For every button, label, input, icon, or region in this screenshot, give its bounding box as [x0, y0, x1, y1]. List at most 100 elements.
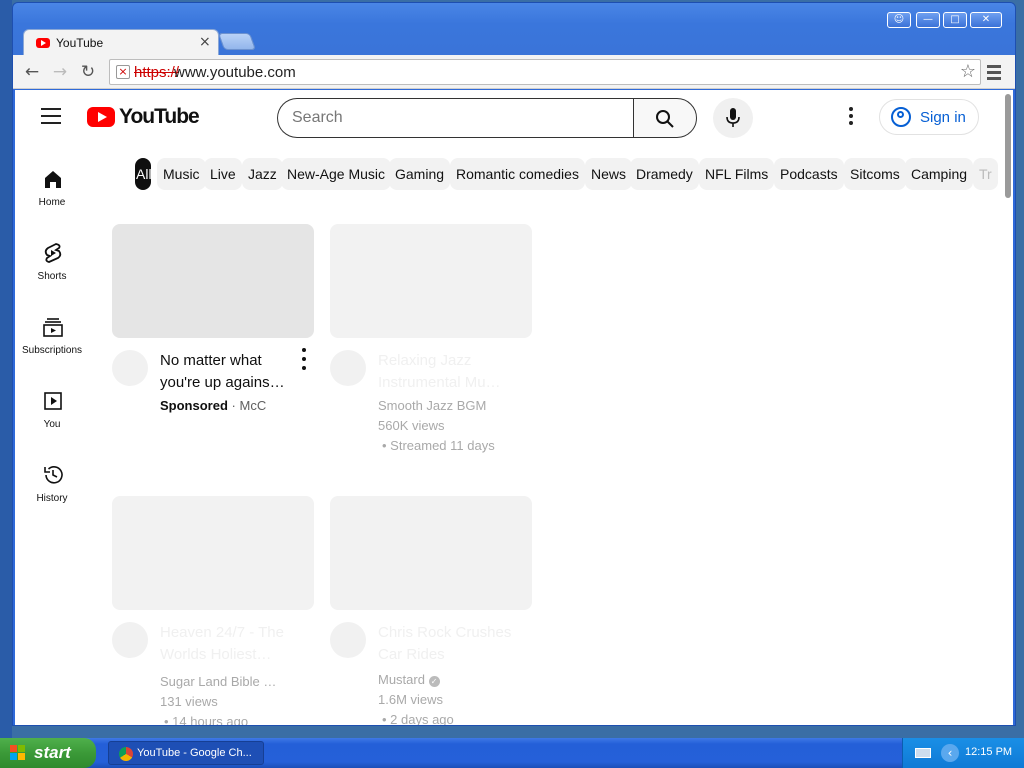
system-tray: ‹ 12:15 PM [902, 738, 1024, 768]
address-bar[interactable]: × https:// www.youtube.com ☆ [109, 59, 981, 85]
channel-avatar[interactable] [112, 622, 148, 658]
close-tab-icon[interactable]: × [199, 34, 211, 50]
search-input[interactable] [292, 107, 612, 129]
clock[interactable]: 12:15 PM [965, 746, 1012, 758]
chip-new-age-music[interactable]: New-Age Music [281, 158, 392, 190]
taskbar: start YouTube - Google Ch... ‹ 12:15 PM [0, 738, 1024, 768]
search-icon [656, 110, 674, 128]
hamburger-menu-icon[interactable] [41, 108, 61, 124]
sidebar-item-shorts[interactable]: Shorts [15, 242, 89, 302]
settings-more-icon[interactable] [841, 105, 861, 129]
chip-camping[interactable]: Camping [905, 158, 974, 190]
video-thumbnail[interactable] [330, 224, 532, 338]
channel-avatar[interactable] [330, 622, 366, 658]
sidebar-item-label: Home [38, 197, 66, 208]
upload-age: • 2 days ago [382, 712, 454, 725]
video-thumbnail[interactable] [112, 224, 314, 338]
verified-badge-icon: ✓ [428, 676, 440, 687]
chip-podcasts[interactable]: Podcasts [774, 158, 844, 190]
chip-sitcoms[interactable]: Sitcoms [844, 158, 906, 190]
search-button[interactable] [633, 98, 697, 138]
chip-trending[interactable]: Tr [973, 158, 998, 190]
view-count: 1.6M views [378, 692, 444, 707]
youtube-wordmark: YouTube [119, 105, 200, 128]
channel-name[interactable]: McC [239, 398, 266, 413]
profile-button[interactable]: ☺ [887, 12, 911, 28]
channel-avatar[interactable] [112, 350, 148, 386]
browser-toolbar: ← → ↻ × https:// www.youtube.com ☆ [13, 55, 1015, 89]
sidebar-item-label: Subscriptions [21, 345, 83, 356]
insecure-lock-icon[interactable]: × [116, 65, 130, 79]
show-hidden-icons-icon[interactable]: ‹ [941, 744, 959, 762]
new-tab-button[interactable] [217, 33, 257, 50]
sidebar-item-you[interactable]: You [15, 390, 89, 450]
video-title[interactable]: Chris Rock Crushes Car Rides [378, 622, 514, 666]
video-card[interactable]: No matter what you're up agains… Sponsor… [112, 224, 314, 424]
browser-tab-youtube[interactable]: YouTube × [23, 29, 219, 55]
video-card[interactable]: Heaven 24/7 - The Worlds Holiest… Sugar … [112, 496, 314, 725]
video-thumbnail[interactable] [330, 496, 532, 610]
desktop-background [0, 0, 12, 738]
sidebar-item-subscriptions[interactable]: Subscriptions [15, 316, 89, 376]
video-card[interactable]: Chris Rock Crushes Car Rides Mustard ✓ 1… [330, 496, 532, 725]
sign-in-label: Sign in [920, 109, 966, 126]
voice-search-button[interactable] [713, 98, 753, 138]
chip-live[interactable]: Live [204, 158, 242, 190]
browser-menu-button[interactable] [985, 62, 1003, 82]
view-count: 131 views [160, 694, 218, 709]
home-icon [45, 171, 61, 188]
sign-in-button[interactable]: Sign in [879, 99, 979, 135]
back-button[interactable]: ← [21, 61, 43, 83]
chip-nfl-films[interactable]: NFL Films [699, 158, 775, 190]
upload-age: • 14 hours ago [164, 714, 249, 725]
close-window-button[interactable]: ✕ [970, 12, 1002, 28]
window-titlebar[interactable]: ☺ — □ ✕ YouTube × [13, 3, 1015, 55]
channel-name[interactable]: Mustard [378, 672, 425, 687]
shorts-icon [44, 243, 62, 263]
search-box [277, 98, 635, 138]
minimize-button[interactable]: — [916, 12, 940, 28]
video-options-icon[interactable] [300, 348, 308, 374]
sidebar-item-label: You [43, 419, 61, 430]
sidebar-item-home[interactable]: Home [15, 168, 89, 228]
history-icon [44, 466, 63, 484]
chip-dramedy[interactable]: Dramedy [630, 158, 699, 190]
video-card[interactable]: Relaxing Jazz Instrumental Mu… Smooth Ja… [330, 224, 532, 464]
keyboard-icon[interactable] [915, 748, 931, 758]
chip-romantic-comedies[interactable]: Romantic comedies [450, 158, 585, 190]
account-circle-icon [891, 107, 911, 127]
video-title[interactable]: Relaxing Jazz Instrumental Mu… [378, 350, 514, 394]
channel-avatar[interactable] [330, 350, 366, 386]
start-button[interactable]: start [0, 738, 96, 768]
chip-news[interactable]: News [585, 158, 633, 190]
chip-jazz[interactable]: Jazz [242, 158, 283, 190]
sidebar-item-label: History [36, 493, 68, 504]
start-label: start [34, 743, 71, 762]
url-host: www.youtube.com [174, 64, 296, 81]
browser-window: ☺ — □ ✕ YouTube × ← → ↻ × https:// www.y… [12, 2, 1016, 726]
channel-name[interactable]: Sugar Land Bible … [160, 674, 276, 689]
youtube-play-icon [87, 107, 115, 127]
url-scheme: https:// [134, 64, 180, 81]
page-viewport: YouTube Sign in Home Shorts Subscription… [15, 90, 1013, 725]
chip-gaming[interactable]: Gaming [389, 158, 451, 190]
bookmark-star-icon[interactable]: ☆ [960, 61, 976, 82]
chip-music[interactable]: Music [157, 158, 206, 190]
tab-title: YouTube [56, 36, 104, 50]
windows-logo-icon [10, 745, 26, 761]
reload-button[interactable]: ↻ [77, 61, 99, 83]
chrome-icon [119, 747, 133, 761]
sidebar-item-history[interactable]: History [15, 464, 89, 524]
view-count: 560K views [378, 418, 445, 433]
channel-name[interactable]: Smooth Jazz BGM [378, 398, 486, 413]
video-thumbnail[interactable] [112, 496, 314, 610]
chip-all[interactable]: All [135, 158, 152, 190]
taskbar-item-chrome[interactable]: YouTube - Google Ch... [108, 741, 264, 765]
video-title[interactable]: Heaven 24/7 - The Worlds Holiest… [160, 622, 296, 666]
forward-button[interactable]: → [49, 61, 71, 83]
video-title[interactable]: No matter what you're up agains… [160, 350, 296, 394]
upload-age: • Streamed 11 days [382, 438, 495, 453]
sponsored-label: Sponsored [160, 398, 228, 413]
maximize-button[interactable]: □ [943, 12, 967, 28]
subscriptions-icon [43, 318, 63, 337]
